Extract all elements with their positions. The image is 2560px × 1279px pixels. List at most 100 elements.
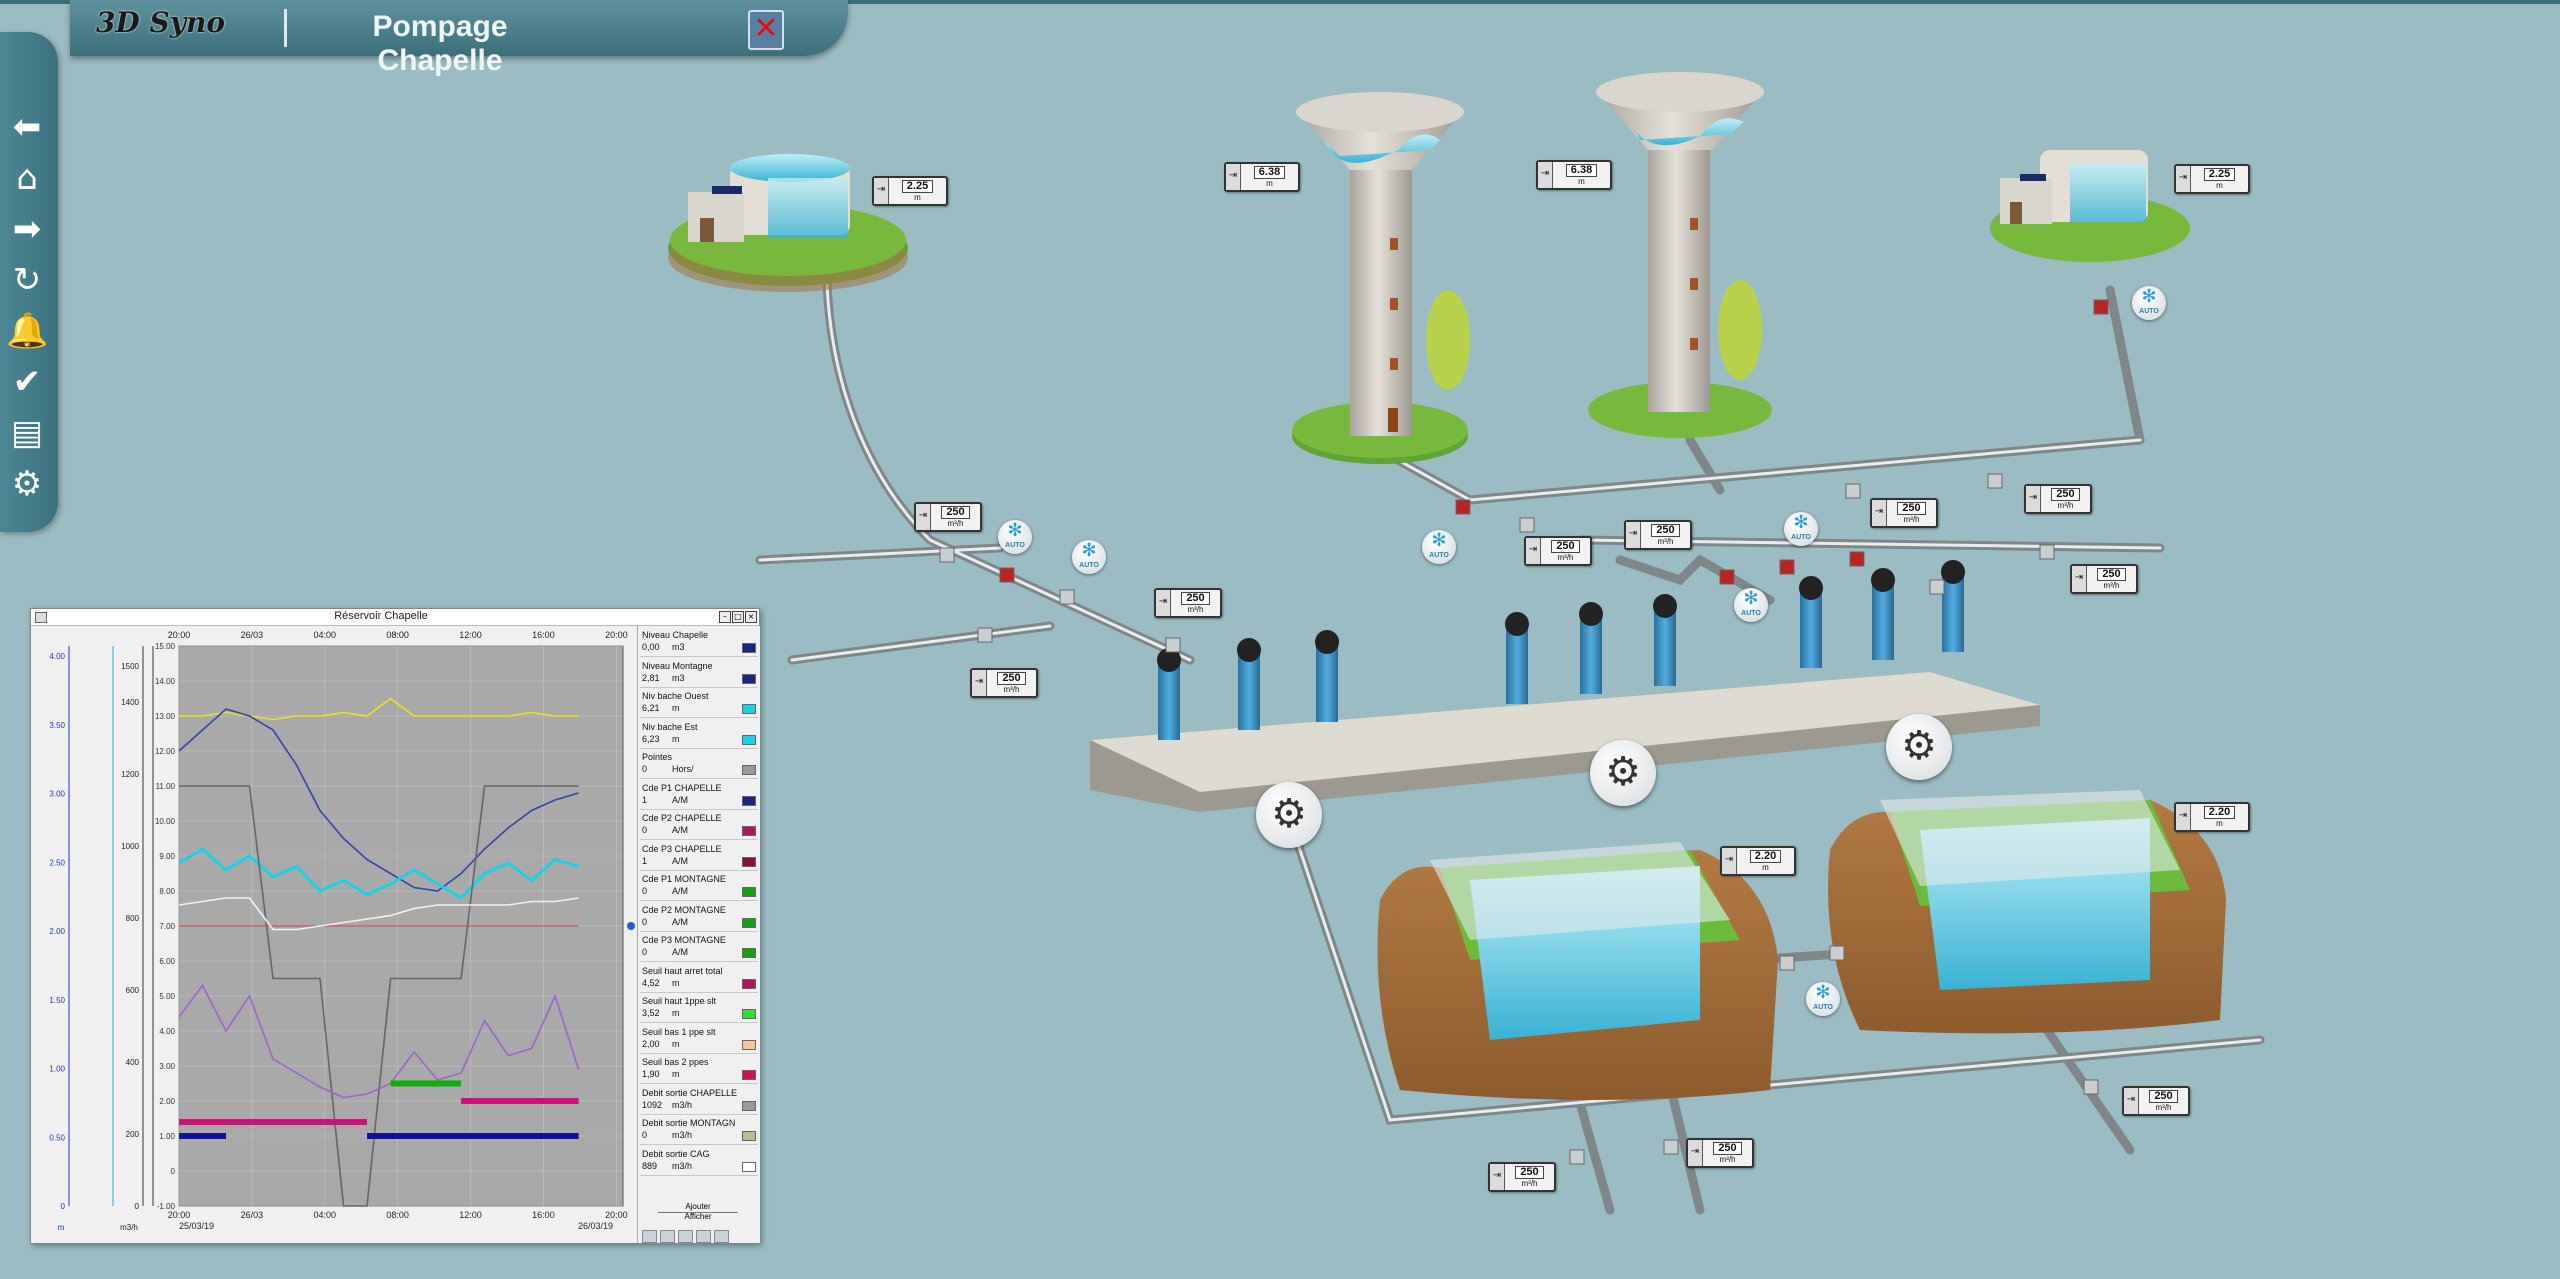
legend-item[interactable]: Seuil bas 1 ppe slt 2,00 m [640,1025,758,1054]
window-titlebar[interactable]: Réservoir Chapelle – □ × [31,609,759,626]
y-tick-label-axis2: 600 [126,986,140,995]
back-arrow-icon[interactable]: ⬅ [6,106,48,148]
settings-gears-icon[interactable]: ⚙ [6,463,48,505]
legend-item[interactable]: Cde P1 MONTAGNE 0 A/M [640,872,758,901]
legend-color-swatch[interactable] [742,917,756,928]
gauge-icon: ⇥ [2176,804,2191,830]
trend-chart[interactable]: 20:00 20:00 26/03 26/03 04:00 04:00 08:00 08:00… [31,626,636,1243]
legend-color-swatch[interactable] [742,765,756,775]
legend-color-swatch[interactable] [742,1161,756,1172]
legend-item[interactable]: Niveau Chapelle 0,00 m3 [640,628,758,657]
legend-item[interactable]: Pointes 0 Hors/ [640,750,758,779]
legend-color-swatch[interactable] [742,948,756,958]
alarm-bell-icon[interactable]: 🔔 [6,310,48,352]
legend-item[interactable]: Debit sortie MONTAGN 0 m3/h [640,1116,758,1145]
legend-color-swatch[interactable] [742,643,756,653]
flow-gauge-right-2[interactable]: ⇥ 250 m³/h [2024,484,2092,514]
legend-color-swatch[interactable] [742,856,756,867]
y-tick-label-axis1: 4.00 [49,652,65,661]
legend-item[interactable]: Cde P2 MONTAGNE 0 A/M [640,903,758,932]
legend-item[interactable]: Debit sortie CAG 889 m3/h [640,1147,758,1176]
legend-item[interactable]: Seuil haut arret total 4,52 m [640,964,758,993]
flow-gauge-mid-1[interactable]: ⇥ 250 m³/h [1524,536,1592,566]
legend-item[interactable]: Niveau Montagne 2,81 m3 [640,659,758,688]
legend-color-swatch[interactable] [742,673,756,684]
gauge-value: 250 [2051,488,2080,501]
level-gauge-tower-1[interactable]: ⇥ 6.38 m [1224,162,1300,192]
legend-series-name: Niv bache Est [642,721,698,732]
toolbar-tool-icon[interactable] [714,1230,729,1243]
auto-mode-button[interactable]: ✻ AUTO [1734,588,1768,622]
show-button[interactable]: Afficher [658,1212,738,1222]
gauge-value: 2.20 [1749,850,1782,863]
pump-group-1-settings-gear-icon[interactable]: ⚙ [1256,782,1322,848]
checkmark-icon[interactable]: ✔ [6,361,48,403]
toolbar-tool-icon[interactable] [696,1230,711,1243]
auto-mode-button[interactable]: ✻ AUTO [1422,530,1456,564]
legend-color-swatch[interactable] [742,795,756,806]
pump-group-3-settings-gear-icon[interactable]: ⚙ [1886,714,1952,780]
level-gauge-reservoir-ouest[interactable]: ⇥ 2.25 m [872,176,948,206]
flow-gauge-right-3[interactable]: ⇥ 250 m³/h [2070,564,2138,594]
maximize-icon[interactable]: □ [732,611,744,623]
y-tick-label-axis3: 9.00 [159,852,175,861]
auto-mode-button[interactable]: ✻ AUTO [2132,286,2166,320]
legend-color-swatch[interactable] [742,734,756,745]
legend-item[interactable]: Debit sortie CHAPELLE 1092 m3/h [640,1086,758,1115]
auto-mode-button[interactable]: ✻ AUTO [998,520,1032,554]
legend-series-value: 0,00 [642,642,660,652]
legend-color-swatch[interactable] [742,887,756,897]
flow-gauge-left-1[interactable]: ⇥ 250 m³/h [914,502,982,532]
flow-gauge-bottom-3[interactable]: ⇥ 250 m³/h [2122,1086,2190,1116]
pump-group-2-settings-gear-icon[interactable]: ⚙ [1590,740,1656,806]
auto-mode-button[interactable]: ✻ AUTO [1784,512,1818,546]
legend-color-swatch[interactable] [742,1100,756,1111]
toolbar-tool-icon[interactable] [678,1230,693,1243]
auto-mode-button[interactable]: ✻ AUTO [1072,540,1106,574]
legend-item[interactable]: Niv bache Ouest 6,21 m [640,689,758,718]
y-tick-label-axis1: 0.50 [49,1133,65,1142]
legend-color-swatch[interactable] [742,978,756,989]
legend-item[interactable]: Seuil haut 1ppe slt 3,52 m [640,994,758,1023]
close-icon[interactable]: ✕ [748,10,784,50]
legend-item[interactable]: Cde P3 CHAPELLE 1 A/M [640,842,758,871]
legend-item[interactable]: Seuil bas 2 ppes 1,90 m [640,1055,758,1084]
legend-color-swatch[interactable] [742,826,756,836]
auto-mode-button[interactable]: ✻ AUTO [1806,982,1840,1016]
table-icon[interactable]: ▤ [6,412,48,454]
toolbar-tool-icon[interactable] [642,1230,657,1243]
legend-item[interactable]: Niv bache Est 6,23 m [640,720,758,749]
legend-series-value: 1,90 [642,1069,660,1079]
flow-gauge-right-1[interactable]: ⇥ 250 m³/h [1870,498,1938,528]
level-gauge-reservoir-est[interactable]: ⇥ 2.25 m [2174,164,2250,194]
flow-gauge-bottom-2[interactable]: ⇥ 250 m³/h [1686,1138,1754,1168]
legend-series-name: Cde P1 MONTAGNE [642,874,726,884]
level-gauge-tower-2[interactable]: ⇥ 6.38 m [1536,160,1612,190]
legend-series-value: 0 [642,1130,648,1140]
gauge-icon: ⇥ [916,504,931,530]
y-tick-label-axis1: 1.50 [49,996,65,1005]
legend-item[interactable]: Cde P3 MONTAGNE 0 A/M [640,933,758,962]
legend-item[interactable]: Cde P2 CHAPELLE 0 A/M [640,811,758,840]
legend-color-swatch[interactable] [742,1039,756,1050]
forward-arrow-icon[interactable]: ➡ [6,208,48,250]
toolbar-tool-icon[interactable] [660,1230,675,1243]
legend-color-swatch[interactable] [742,1009,756,1019]
trend-chart-window[interactable]: Réservoir Chapelle – □ × 20:00 20:00 26/03… [30,608,760,1244]
legend-series-unit: m [672,1069,680,1079]
refresh-icon[interactable]: ↻ [6,259,48,301]
auto-label: AUTO [1005,542,1025,549]
legend-color-swatch[interactable] [742,704,756,714]
legend-color-swatch[interactable] [742,1070,756,1080]
legend-color-swatch[interactable] [742,1131,756,1141]
close-window-icon[interactable]: × [745,611,757,623]
legend-item[interactable]: Cde P1 CHAPELLE 1 A/M [640,781,758,810]
flow-gauge-left-2[interactable]: ⇥ 250 m³/h [1154,588,1222,618]
flow-gauge-mid-2[interactable]: ⇥ 250 m³/h [1624,520,1692,550]
minimize-icon[interactable]: – [719,611,731,623]
level-gauge-bache-est[interactable]: ⇥ 2.20 m [2174,802,2250,832]
home-icon[interactable]: ⌂ [6,157,48,199]
flow-gauge-bottom-1[interactable]: ⇥ 250 m³/h [1488,1162,1556,1192]
level-gauge-bache-ouest[interactable]: ⇥ 2.20 m [1720,846,1796,876]
flow-gauge-left-3[interactable]: ⇥ 250 m³/h [970,668,1038,698]
